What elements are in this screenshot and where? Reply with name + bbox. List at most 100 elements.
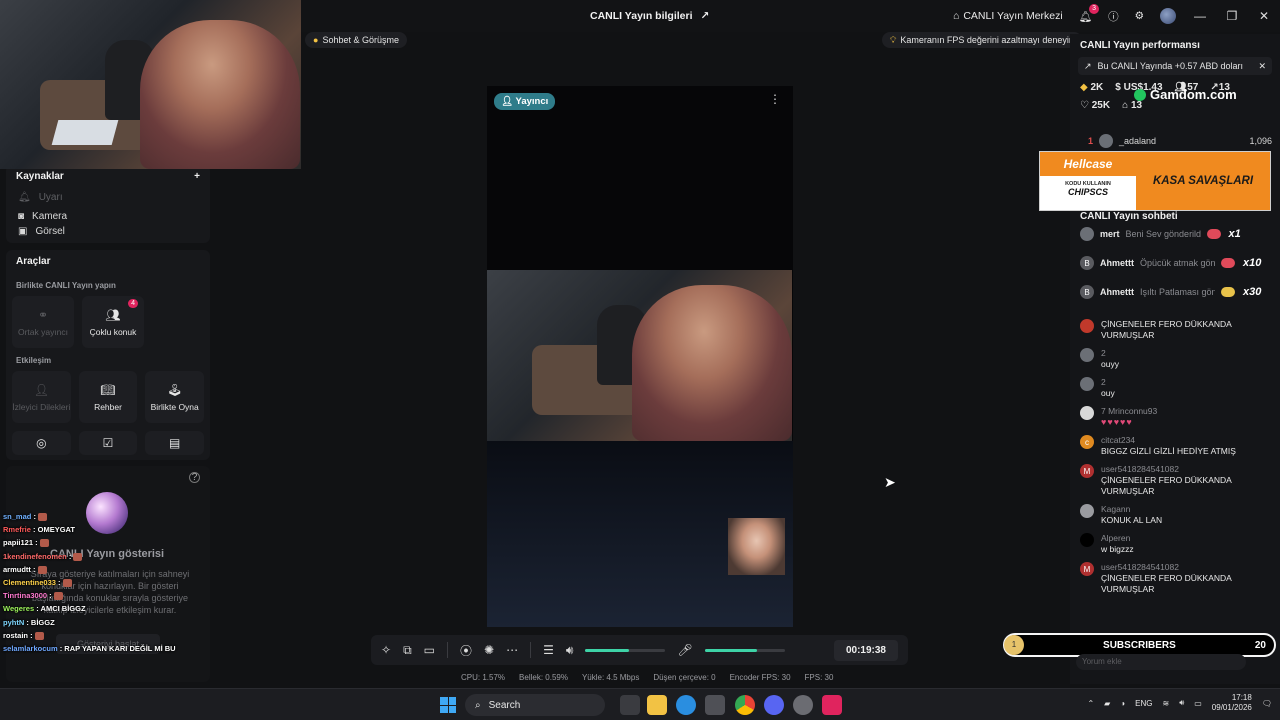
tiktok-live-icon[interactable] [822, 695, 842, 715]
close-button[interactable]: ✕ [1248, 9, 1280, 23]
share-icon[interactable]: ↗ [701, 10, 710, 22]
source-item-image[interactable]: ▣ Görsel [6, 226, 210, 236]
tool-label: Rehber [94, 401, 122, 412]
gift-count: x10 [1243, 257, 1262, 269]
overlay-chat-user: 1kendinefenomen [3, 551, 67, 561]
overlay-chat-user: armudtt [3, 564, 31, 574]
language-indicator[interactable]: ENG [1135, 699, 1152, 708]
overlay-chat-row: Tinrtina3000 : [3, 589, 203, 602]
avatar[interactable] [1080, 348, 1094, 362]
profile-button[interactable] [1152, 0, 1184, 32]
minimize-button[interactable]: — [1184, 9, 1216, 23]
stream-info-title[interactable]: CANLI Yayın bilgileri ↗ [590, 10, 709, 22]
multi-guest-tool[interactable]: 4 👥︎ Çoklu konuk [82, 296, 144, 348]
overlay-chat-row: rostain : [3, 629, 203, 642]
screen-icon[interactable]: ▭ [424, 643, 435, 657]
hellcase-logo: Hellcase [1040, 152, 1136, 176]
avatar[interactable] [1080, 406, 1094, 420]
guest-video-thumbnail[interactable] [728, 518, 785, 575]
overlay-chat-message: RAP YAPAN KARI DEĞİL Mİ BU [64, 643, 176, 653]
layout-icon[interactable]: ⧉ [403, 643, 412, 658]
help-icon[interactable]: ? [189, 472, 200, 483]
viewer-requests-tool[interactable]: 👤︎ İzleyici Dilekleri [12, 371, 71, 423]
top-gifter-row[interactable]: 1 _adaland 1,096 [1088, 134, 1272, 148]
overlay-chat-user: rostain [3, 630, 29, 640]
app-icon[interactable] [793, 695, 813, 715]
effects-icon[interactable]: ✺ [484, 643, 494, 657]
search-icon: ⌕ [475, 699, 481, 711]
chat-text: ÇİNGENELER FERO DÜKKANDA VURMUŞLAR [1101, 573, 1232, 594]
microphone-icon[interactable]: 🎤︎ [677, 643, 692, 657]
help-button[interactable]: ⓘ [1100, 0, 1127, 32]
gift-icon [1221, 258, 1235, 268]
magic-icon[interactable]: ✧ [381, 643, 391, 657]
close-icon[interactable]: ✕ [1258, 61, 1266, 72]
source-item-alert[interactable]: 🔔︎ Uyarı [6, 188, 210, 207]
source-item-camera[interactable]: ◙ Kamera [6, 207, 210, 226]
mic-slider[interactable] [704, 648, 785, 652]
notifications-button[interactable]: 🔔︎ 3 [1071, 0, 1100, 32]
box-tool[interactable]: ▤ [145, 431, 205, 455]
gift-row: B Ahmettt Öpücük atmak gön x10 [1080, 256, 1275, 270]
record-icon[interactable]: ⦿ [460, 642, 472, 659]
chat-username[interactable]: Alperen [1101, 533, 1134, 544]
more-menu-icon[interactable]: ⋮ [769, 92, 781, 106]
chat-username[interactable]: Kagann [1101, 504, 1162, 515]
avatar[interactable] [1080, 533, 1094, 547]
fps-stat: FPS: 30 [804, 673, 834, 682]
avatar[interactable]: M [1080, 464, 1094, 478]
more-tools-grid: ◎ ☑ ▤ [6, 431, 210, 455]
chat-username[interactable]: 7 Mrinconnu93 [1101, 406, 1157, 417]
chat-call-chip[interactable]: ● Sohbet & Görüşme [305, 32, 407, 48]
battery-icon[interactable]: ▭ [1194, 699, 1202, 708]
gift-user: Ahmettt [1100, 287, 1134, 297]
emote-icon [62, 578, 72, 587]
volume-icon[interactable]: 🔊︎ [1179, 698, 1184, 708]
maximize-button[interactable]: ❐ [1216, 9, 1248, 23]
windows-start-icon[interactable] [440, 697, 456, 713]
play-together-tool[interactable]: 🕹︎ Birlikte Oyna [145, 371, 205, 423]
comment-input[interactable]: Yorum ekle [1076, 654, 1246, 670]
checklist-tool[interactable]: ☑ [78, 431, 138, 455]
tray-app-icon[interactable]: ▰ [1104, 699, 1110, 708]
chat-message: Alperen w bigzzz [1080, 533, 1275, 555]
more-icon[interactable]: ⋯ [506, 643, 518, 657]
avatar[interactable]: M [1080, 562, 1094, 576]
chat-username[interactable]: citcat234 [1101, 435, 1236, 446]
edge-icon[interactable] [676, 695, 696, 715]
guide-tool[interactable]: 📖︎ Rehber [78, 371, 138, 423]
mixer-icon[interactable]: ☰ [543, 643, 554, 657]
clock[interactable]: 17:18 09/01/2026 [1212, 693, 1252, 713]
avatar[interactable] [1080, 504, 1094, 518]
tray-app-icon[interactable]: ◑ [1120, 699, 1125, 708]
settings-button[interactable]: ⚙ [1127, 0, 1152, 32]
chevron-up-icon[interactable]: ⌃ [1087, 699, 1094, 708]
notification-center-icon[interactable]: 🗨︎ [1262, 699, 1272, 708]
store-icon[interactable] [705, 695, 725, 715]
earnings-text: Bu CANLI Yayında +0.57 ABD doları [1097, 61, 1244, 71]
volume-slider[interactable] [585, 648, 666, 652]
chat-username[interactable]: 2 [1101, 348, 1119, 359]
gamdom-logo: Gamdom.com [1134, 87, 1237, 102]
co-host-tool[interactable]: ⚭ Ortak yayıncı [12, 296, 74, 348]
gift-text: Beni Sev gönderildi [1125, 229, 1201, 239]
avatar[interactable] [1080, 319, 1094, 333]
avatar[interactable] [1080, 377, 1094, 391]
chat-username[interactable]: user5418284541082 [1101, 562, 1275, 573]
help-icon: ⓘ [1108, 10, 1119, 23]
file-explorer-icon[interactable] [647, 695, 667, 715]
taskbar-search[interactable]: ⌕ Search [465, 694, 605, 716]
add-source-button[interactable]: + [194, 171, 200, 182]
chat-username[interactable]: user5418284541082 [1101, 464, 1275, 475]
live-center-button[interactable]: ⌂ CANLI Yayın Merkezi [945, 0, 1071, 32]
overlay-chat-row: 1kendinefenomen : [3, 550, 203, 563]
wifi-icon[interactable]: ≋ [1162, 699, 1169, 708]
avatar[interactable]: c [1080, 435, 1094, 449]
chrome-icon[interactable] [735, 695, 755, 715]
fps-tip-label: Kameranın FPS değerini azaltmayı deneyin [900, 35, 1074, 45]
speaker-icon[interactable]: 🔊︎ [566, 643, 574, 658]
target-tool[interactable]: ◎ [12, 431, 71, 455]
task-view-icon[interactable] [620, 695, 640, 715]
chat-username[interactable]: 2 [1101, 377, 1115, 388]
discord-icon[interactable] [764, 695, 784, 715]
